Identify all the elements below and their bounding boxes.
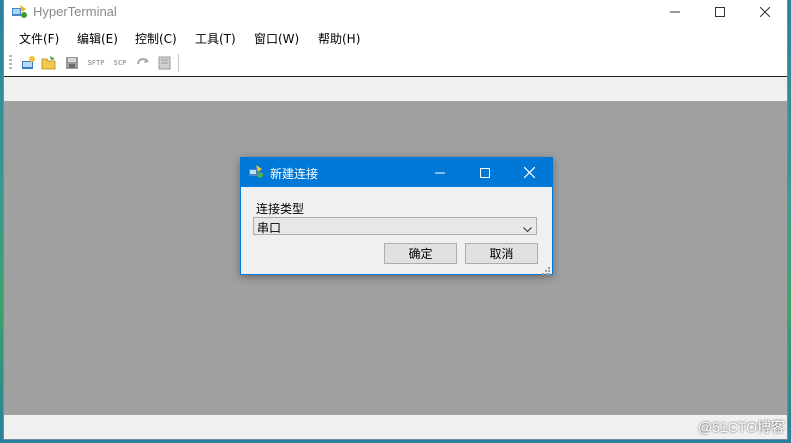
dialog-title: 新建连接: [270, 167, 319, 181]
maximize-button[interactable]: [697, 0, 742, 24]
save-button[interactable]: [62, 53, 82, 73]
chevron-down-icon: [523, 222, 532, 236]
properties-icon: [158, 56, 171, 70]
menu-tools[interactable]: 工具(T): [195, 30, 236, 47]
toolbar-separator: [178, 54, 179, 72]
open-button[interactable]: [39, 53, 59, 73]
connection-app-icon: [248, 164, 264, 180]
menu-control[interactable]: 控制(C): [135, 30, 177, 47]
minimize-icon: [434, 172, 445, 173]
menu-bar: 文件(F) 编辑(E) 控制(C) 工具(T) 窗口(W) 帮助(H): [4, 24, 787, 50]
sftp-icon: SFTP: [87, 59, 105, 67]
menu-window[interactable]: 窗口(W): [254, 30, 299, 47]
maximize-icon: [714, 7, 725, 17]
minimize-button[interactable]: [652, 0, 697, 24]
new-connection-icon: [22, 56, 35, 69]
maximize-icon: [479, 167, 490, 178]
connection-type-label: 连接类型: [256, 202, 305, 216]
hyperterminal-app-icon: [10, 3, 28, 20]
resize-grip-icon[interactable]: [542, 264, 550, 275]
cancel-button[interactable]: 取消: [465, 243, 538, 264]
connection-type-value: 串口: [257, 221, 282, 235]
menu-file[interactable]: 文件(F): [19, 30, 59, 47]
scp-icon: SCP: [113, 59, 127, 67]
watermark-text: @51CTO博客: [697, 419, 785, 435]
menu-help[interactable]: 帮助(H): [318, 30, 360, 47]
close-button[interactable]: [742, 0, 787, 24]
dialog-maximize-button[interactable]: [462, 158, 507, 187]
toolbar: SFTP SCP: [4, 50, 787, 77]
new-connection-dialog: 新建连接 连接类型 串口 确定 取消: [240, 157, 553, 275]
new-connection-button[interactable]: [18, 53, 38, 73]
sftp-button[interactable]: SFTP: [85, 53, 107, 73]
dialog-title-bar[interactable]: 新建连接: [241, 158, 552, 187]
menu-edit[interactable]: 编辑(E): [77, 30, 118, 47]
reconnect-icon: [137, 58, 149, 65]
session-tab-strip: [4, 77, 787, 101]
open-folder-icon: [41, 56, 56, 70]
scp-button[interactable]: SCP: [109, 53, 131, 73]
reconnect-button[interactable]: [133, 53, 153, 73]
status-bar: [4, 415, 787, 439]
toolbar-grip[interactable]: [9, 55, 12, 71]
close-icon: [524, 167, 535, 178]
dialog-minimize-button[interactable]: [417, 158, 462, 187]
minimize-icon: [669, 11, 680, 13]
connection-type-select[interactable]: 串口: [253, 217, 537, 235]
close-icon: [759, 7, 770, 17]
main-window: HyperTerminal 文件(F) 编辑(E) 控制(C) 工具(T) 窗口…: [4, 0, 787, 439]
properties-button[interactable]: [155, 53, 175, 73]
save-icon: [66, 57, 78, 69]
dialog-close-button[interactable]: [507, 158, 552, 187]
ok-button[interactable]: 确定: [384, 243, 457, 264]
window-title: HyperTerminal: [33, 4, 117, 19]
title-bar: HyperTerminal: [4, 0, 787, 24]
